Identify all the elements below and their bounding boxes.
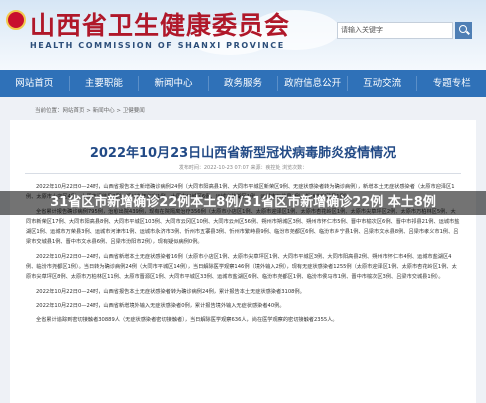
nav-item-interaction[interactable]: 互动交流	[348, 70, 417, 97]
nav-item-disclosure[interactable]: 政府信息公开	[278, 70, 347, 97]
emblem-icon	[6, 10, 26, 30]
nav-item-topics[interactable]: 专题专栏	[417, 70, 486, 97]
article-paragraph: 2022年10月22日0—24时，山西省报告本土无症状感染者转为确诊病例24例，…	[36, 288, 305, 295]
divider	[25, 173, 461, 174]
search-icon[interactable]	[455, 22, 472, 39]
article-meta: 发布时间：2022-10-23 07:07 来源：疾控处 浏览次数：	[178, 165, 308, 171]
nav-item-home[interactable]: 网站首页	[0, 70, 69, 97]
main-nav: 网站首页 主要职能 新闻中心 政务服务 政府信息公开 互动交流 专题专栏	[0, 70, 486, 97]
article-panel: 2022年10月23日山西省新型冠状病毒肺炎疫情情况 发布时间：2022-10-…	[10, 120, 476, 403]
site-title: 山西省卫生健康委员会	[30, 11, 291, 40]
breadcrumb[interactable]: 当前位置：网站首页 > 新闻中心 > 卫健要闻	[35, 106, 145, 114]
site-header: 山西省卫生健康委员会 HEALTH COMMISSION OF SHANXI P…	[0, 0, 486, 70]
nav-item-news[interactable]: 新闻中心	[139, 70, 208, 97]
nav-item-services[interactable]: 政务服务	[209, 70, 278, 97]
nav-item-functions[interactable]: 主要职能	[70, 70, 139, 97]
article-title: 2022年10月23日山西省新型冠状病毒肺炎疫情情况	[89, 146, 397, 161]
site-subtitle: HEALTH COMMISSION OF SHANXI PROVINCE	[30, 41, 285, 50]
article-paragraph: 2022年10月22日0—24时，山西省新增境外输入无症状感染者0例，累计报告境…	[36, 302, 285, 309]
article-paragraph: 2022年10月22日0—24时，山西省新增本土无症状感染者16例（太原市小店区…	[26, 253, 457, 281]
overlay-caption: 31省区市新增确诊22例本土8例/31省区市新增确诊22例 本土8例	[0, 191, 486, 215]
search-input[interactable]: 请输入关键字	[337, 22, 453, 39]
article-paragraph: 全省累计追踪到密切接触者30889人（无症状感染者密切接触者），当日解除医学观察…	[36, 317, 338, 324]
